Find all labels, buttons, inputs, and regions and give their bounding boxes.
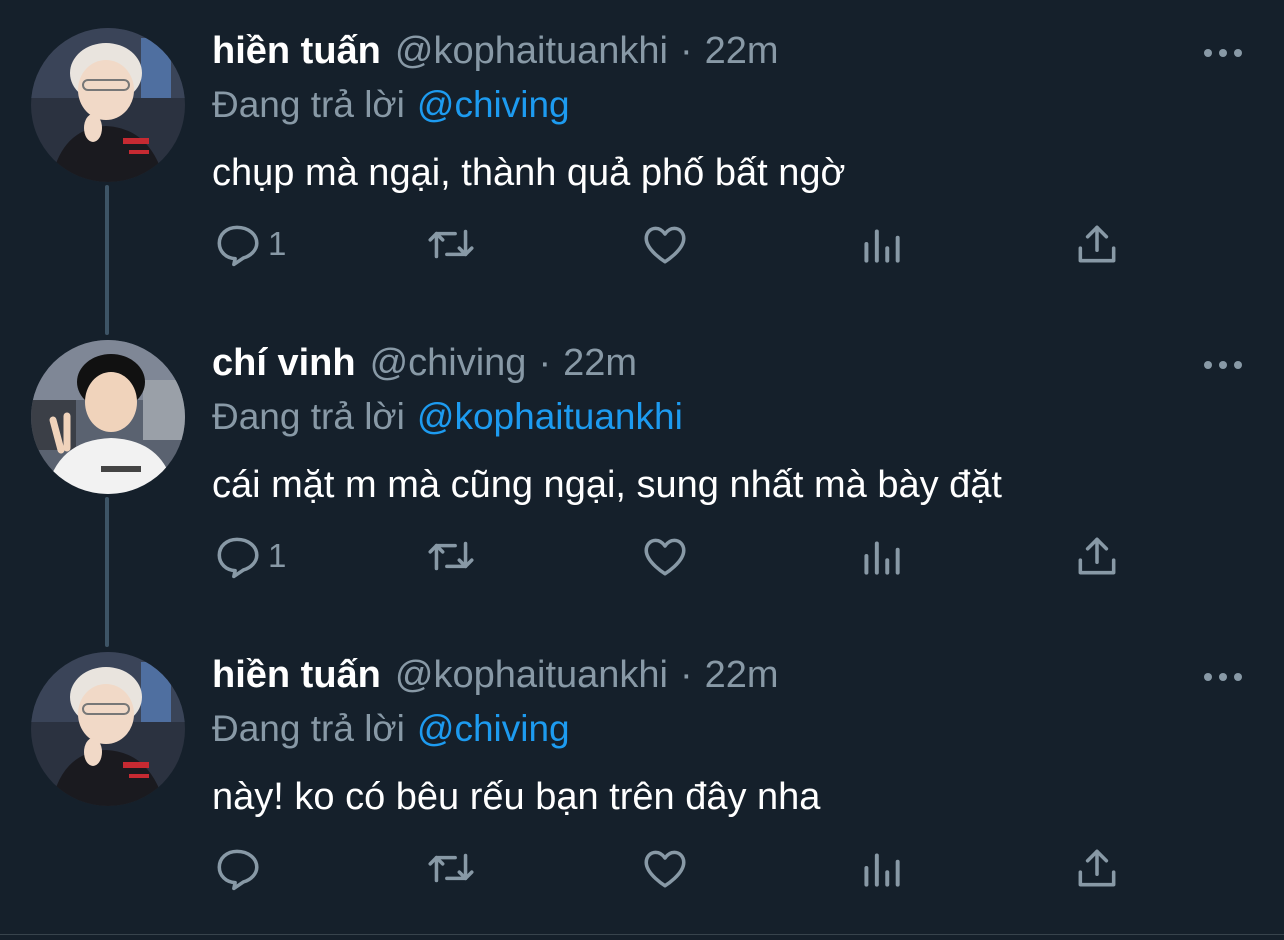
mention-link[interactable]: @chiving — [417, 84, 570, 125]
mention-link[interactable]: @kophaituankhi — [417, 396, 683, 437]
tweet-text: này! ko có bêu rếu bạn trên đây nha — [212, 776, 821, 818]
reply-icon — [217, 849, 259, 891]
user-handle[interactable]: @kophaituankhi — [395, 30, 668, 73]
retweet-button[interactable] — [424, 836, 478, 900]
timestamp[interactable]: 22m — [705, 30, 779, 73]
more-icon[interactable] — [1204, 350, 1242, 380]
share-icon — [1078, 225, 1116, 263]
separator-dot: · — [679, 30, 693, 72]
more-icon[interactable] — [1204, 38, 1242, 68]
display-name[interactable]: chí vinh — [212, 342, 356, 385]
reply-button[interactable]: 1 — [212, 524, 286, 588]
timestamp[interactable]: 22m — [705, 654, 779, 697]
reply-icon — [217, 225, 259, 267]
heart-icon — [644, 850, 686, 888]
avatar[interactable] — [31, 652, 185, 806]
retweet-button[interactable] — [424, 212, 478, 276]
analytics-icon — [864, 853, 900, 887]
analytics-button[interactable] — [856, 836, 906, 900]
like-button[interactable] — [640, 524, 690, 588]
analytics-icon — [864, 541, 900, 575]
user-handle[interactable]: @kophaituankhi — [395, 654, 668, 697]
action-bar: 1 — [212, 524, 1132, 588]
retweet-button[interactable] — [424, 524, 478, 588]
heart-icon — [644, 538, 686, 576]
replying-to: Đang trả lời @chiving — [212, 84, 570, 126]
replying-prefix: Đang trả lời — [212, 708, 405, 749]
retweet-icon — [428, 229, 474, 259]
analytics-button[interactable] — [856, 524, 906, 588]
avatar[interactable] — [31, 340, 185, 494]
share-icon — [1078, 537, 1116, 575]
tweet-header: hiền tuấn @kophaituankhi · 22m — [212, 654, 779, 702]
tweet-text: chụp mà ngại, thành quả phố bất ngờ — [212, 152, 846, 194]
share-button[interactable] — [1072, 524, 1122, 588]
reply-count: 1 — [268, 537, 287, 574]
like-button[interactable] — [640, 836, 690, 900]
tweet-text: cái mặt m mà cũng ngại, sung nhất mà bày… — [212, 464, 1002, 506]
action-bar — [212, 836, 1132, 900]
display-name[interactable]: hiền tuấn — [212, 654, 381, 697]
replying-prefix: Đang trả lời — [212, 396, 405, 437]
reply-button[interactable]: 1 — [212, 212, 286, 276]
replying-prefix: Đang trả lời — [212, 84, 405, 125]
divider — [0, 934, 1284, 935]
share-button[interactable] — [1072, 212, 1122, 276]
reply-button[interactable] — [212, 836, 268, 900]
action-bar: 1 — [212, 212, 1132, 276]
reply-count: 1 — [268, 225, 287, 262]
more-icon[interactable] — [1204, 662, 1242, 692]
mention-link[interactable]: @chiving — [417, 708, 570, 749]
display-name[interactable]: hiền tuấn — [212, 30, 381, 73]
avatar[interactable] — [31, 28, 185, 182]
replying-to: Đang trả lời @kophaituankhi — [212, 396, 683, 438]
tweet-header: chí vinh @chiving · 22m — [212, 342, 637, 390]
separator-dot: · — [679, 654, 693, 696]
retweet-icon — [428, 853, 474, 883]
replying-to: Đang trả lời @chiving — [212, 708, 570, 750]
share-button[interactable] — [1072, 836, 1122, 900]
reply-icon — [217, 537, 259, 579]
tweet[interactable]: hiền tuấn @kophaituankhi · 22m Đang trả … — [0, 624, 1284, 936]
retweet-icon — [428, 541, 474, 571]
heart-icon — [644, 226, 686, 264]
analytics-icon — [864, 229, 900, 263]
tweet[interactable]: chí vinh @chiving · 22m Đang trả lời @kop… — [0, 312, 1284, 624]
separator-dot: · — [538, 342, 552, 384]
timestamp[interactable]: 22m — [563, 342, 637, 385]
user-handle[interactable]: @chiving — [370, 342, 527, 385]
tweet-header: hiền tuấn @kophaituankhi · 22m — [212, 30, 779, 78]
share-icon — [1078, 849, 1116, 887]
analytics-button[interactable] — [856, 212, 906, 276]
like-button[interactable] — [640, 212, 690, 276]
tweet[interactable]: hiền tuấn @kophaituankhi · 22m Đang trả … — [0, 0, 1284, 312]
